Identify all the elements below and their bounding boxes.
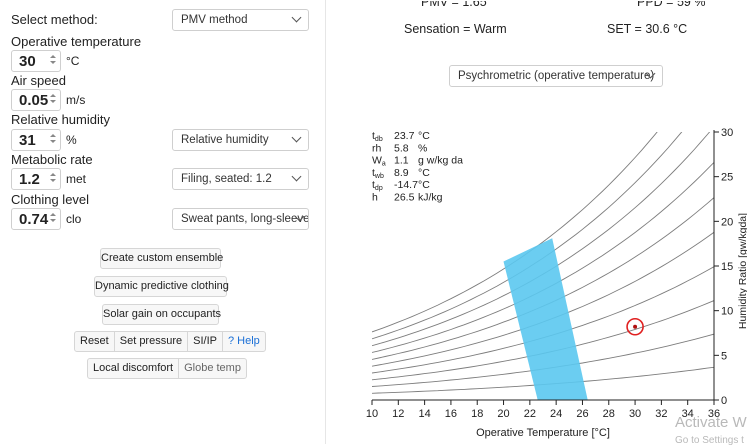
info-value: 26.5 [394,192,415,204]
info-symbol: tdb [372,130,383,143]
y-axis-title: Humidity Ratio [gw/kgda] [737,213,747,329]
watermark-line2: Go to Settings t [675,435,744,446]
comfort-zone [503,238,588,400]
x-tick-label: 22 [524,408,536,420]
info-symbol: twb [372,167,384,180]
x-tick-label: 24 [550,408,562,420]
y-tick-label: 30 [721,127,733,139]
x-tick-label: 30 [629,408,641,420]
info-symbol: Wa [372,155,386,168]
info-symbol: h [372,192,378,204]
psychrometric-chart[interactable]: 10 12 14 16 18 20 22 24 26 28 30 32 34 36051015202530… [0,0,747,444]
info-value: 1.1 [394,155,409,167]
info-unit: kJ/kg [418,192,443,204]
info-value: 5.8 [394,142,409,154]
info-value: 8.9 [394,167,409,179]
y-tick-label: 25 [721,172,733,184]
info-subscript: a [382,161,386,168]
info-unit: g w/kg da [418,155,463,167]
x-tick-label: 10 [366,408,378,420]
info-value: 23.7 [394,130,415,142]
info-symbol: rh [372,142,381,154]
x-tick-label: 14 [418,408,430,420]
y-tick-label: 0 [721,395,727,407]
x-tick-label: 28 [603,408,615,420]
x-tick-label: 12 [392,408,404,420]
x-tick-label: 20 [497,408,509,420]
info-unit: % [418,142,427,154]
watermark-line1: Activate Wi [675,414,747,431]
info-subscript: wb [374,173,384,180]
y-tick-label: 10 [721,306,733,318]
x-axis-title: Operative Temperature [°C] [476,427,610,439]
x-tick-label: 32 [655,408,667,420]
info-symbol: tdp [372,179,383,192]
y-tick-label: 15 [721,261,733,273]
info-unit: °C [418,179,430,191]
info-unit: °C [418,130,430,142]
x-tick-label: 18 [471,408,483,420]
y-tick-label: 5 [721,350,727,362]
current-state-dot [633,324,638,329]
info-unit: °C [418,167,430,179]
info-value: -14.7 [394,179,418,191]
x-tick-label: 26 [576,408,588,420]
x-tick-label: 16 [445,408,457,420]
y-tick-label: 20 [721,216,733,228]
